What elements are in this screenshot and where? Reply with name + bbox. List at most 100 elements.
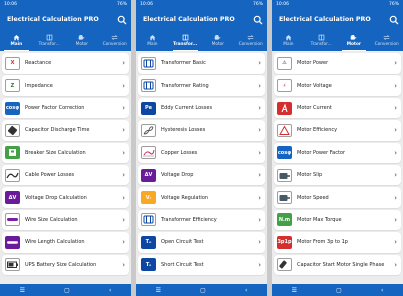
list-item-label: Motor Efficiency	[297, 127, 338, 134]
transformer-tab-icon	[46, 34, 52, 41]
list-item[interactable]: Copper Losses ›	[138, 142, 265, 164]
list-item[interactable]: Transformer Efficiency ›	[138, 209, 265, 231]
motor-tab-icon	[79, 35, 85, 40]
tab-conversion[interactable]: Conversion	[234, 30, 267, 51]
tab-bar: Main Transfor... Motor Conversion	[0, 30, 131, 51]
list-item[interactable]: Motor Current ›	[274, 97, 401, 119]
search-icon[interactable]	[117, 15, 127, 25]
search-icon[interactable]	[253, 15, 263, 25]
list-item[interactable]: ⚠ Motor Power ›	[274, 53, 401, 74]
short-circuit-test-icon: Tₛ	[141, 258, 156, 272]
list-item-label: Wire Size Calculation	[25, 216, 78, 223]
app-bar: Electrical Calculation PRO	[136, 9, 267, 30]
tab-label: Conversion	[102, 42, 127, 47]
list-item-label: Reactance	[25, 60, 52, 67]
home-button-icon[interactable]: ▢	[64, 287, 70, 294]
motor-speed-icon	[277, 191, 292, 205]
list-item[interactable]: N.m Motor Max Torque ›	[274, 209, 401, 231]
recent-apps-icon[interactable]: ☰	[292, 287, 297, 294]
list-item[interactable]: Tₛ Short Circuit Test ›	[138, 254, 265, 276]
transformer-basic-icon	[141, 56, 156, 70]
recent-apps-icon[interactable]: ☰	[156, 287, 161, 294]
list-item-label: Motor Power	[297, 60, 329, 67]
list-item[interactable]: ⚡ Motor Voltage ›	[274, 75, 401, 96]
list-item[interactable]: ΔV Voltage Drop Calculation ›	[2, 187, 129, 208]
home-icon	[285, 35, 292, 41]
list-item[interactable]: Pe Eddy Current Losses ›	[138, 97, 265, 119]
tab-transformer[interactable]: Transfor...	[169, 30, 202, 51]
list-item-label: UPS Battery Size Calculation	[25, 261, 97, 268]
list-item[interactable]: Motor Efficiency ›	[274, 120, 401, 141]
calculation-list: X Reactance › Z Impedance › cosφ Power Factor C…	[0, 51, 131, 276]
chevron-right-icon: ›	[394, 171, 397, 180]
voltage-regulation-icon: Vᵣ	[141, 191, 156, 205]
list-item[interactable]: Transformer Rating ›	[138, 75, 265, 96]
tab-main[interactable]: Main	[272, 30, 305, 51]
back-icon[interactable]: ‹	[381, 287, 383, 294]
list-item[interactable]: ΔV Voltage Drop ›	[138, 164, 265, 186]
tab-transformer[interactable]: Transfor...	[33, 30, 66, 51]
list-item[interactable]: Motor Slip ›	[274, 164, 401, 186]
tab-conversion[interactable]: Conversion	[370, 30, 403, 51]
list-item[interactable]: Transformer Basic ›	[138, 53, 265, 74]
search-icon[interactable]	[389, 15, 399, 25]
power-factor-correction-icon: cosφ	[5, 101, 20, 115]
tab-conversion[interactable]: Conversion	[98, 30, 131, 51]
motor-max-torque-icon: N.m	[277, 213, 292, 227]
list-item-label: Motor Current	[297, 105, 332, 112]
chevron-right-icon: ›	[122, 171, 125, 180]
phone-screen-transformer: 10:06 76% Electrical Calculation PRO Main Tr…	[136, 0, 267, 296]
chevron-right-icon: ›	[394, 104, 397, 113]
status-bar: 10:06 76%	[0, 0, 131, 9]
list-item[interactable]: 3p1p Motor From 3p to 1p ›	[274, 232, 401, 253]
list-item[interactable]: X Reactance ›	[2, 53, 129, 74]
capacitor-start-motor-icon	[277, 258, 292, 272]
recent-apps-icon[interactable]: ☰	[20, 287, 25, 294]
tab-motor[interactable]: Motor	[338, 30, 371, 51]
motor-voltage-icon: ⚡	[277, 79, 292, 93]
chevron-right-icon: ›	[122, 126, 125, 135]
reactance-x-icon: X	[5, 56, 20, 70]
list-item[interactable]: Z Impedance ›	[2, 75, 129, 96]
calculation-list: ⚠ Motor Power › ⚡ Motor Voltage › Motor Curren…	[272, 51, 403, 276]
chevron-right-icon: ›	[122, 104, 125, 113]
tab-motor[interactable]: Motor	[202, 30, 235, 51]
tab-transformer[interactable]: Transfor...	[305, 30, 338, 51]
list-item[interactable]: Wire Size Calculation ›	[2, 209, 129, 231]
system-nav-bar: ☰ ▢ ‹	[0, 284, 131, 296]
list-item-label: Transformer Efficiency	[161, 216, 217, 223]
tab-main[interactable]: Main	[0, 30, 33, 51]
transformer-efficiency-icon	[141, 213, 156, 227]
motor-current-icon	[277, 101, 292, 115]
list-item[interactable]: Capacitor Discharge Time ›	[2, 120, 129, 141]
list-item[interactable]: Capacitor Start Motor Single Phase ›	[274, 254, 401, 276]
app-title: Electrical Calculation PRO	[143, 16, 235, 23]
chevron-right-icon: ›	[258, 104, 261, 113]
tab-main[interactable]: Main	[136, 30, 169, 51]
motor-efficiency-icon	[277, 123, 292, 137]
list-item[interactable]: Vᵣ Voltage Regulation ›	[138, 187, 265, 208]
home-button-icon[interactable]: ▢	[200, 287, 206, 294]
list-item-label: Cable Power Losses	[25, 172, 75, 179]
home-button-icon[interactable]: ▢	[336, 287, 342, 294]
list-item[interactable]: cosφ Power Factor Correction ›	[2, 97, 129, 119]
list-item[interactable]: Breaker Size Calculation ›	[2, 142, 129, 164]
list-item[interactable]: Wire Length Calculation ›	[2, 232, 129, 253]
list-item[interactable]: cosφ Motor Power Factor ›	[274, 142, 401, 164]
list-item[interactable]: Cable Power Losses ›	[2, 164, 129, 186]
list-item[interactable]: Tₒ Open Circuit Test ›	[138, 232, 265, 253]
chevron-right-icon: ›	[258, 148, 261, 157]
screenshot-stage: 10:06 76% Electrical Calculation PRO Main Tr…	[0, 0, 403, 296]
list-item[interactable]: Hysteresis Losses ›	[138, 120, 265, 141]
eddy-current-icon: Pe	[141, 101, 156, 115]
tab-motor[interactable]: Motor	[66, 30, 99, 51]
list-item[interactable]: Motor Speed ›	[274, 187, 401, 208]
motor-tab-icon	[215, 35, 221, 40]
back-icon[interactable]: ‹	[109, 287, 111, 294]
motor-power-factor-icon: cosφ	[277, 146, 292, 160]
voltage-drop-icon: ΔV	[5, 191, 20, 205]
tab-label: Main	[283, 42, 294, 47]
back-icon[interactable]: ‹	[245, 287, 247, 294]
chevron-right-icon: ›	[258, 215, 261, 224]
list-item[interactable]: UPS Battery Size Calculation ›	[2, 254, 129, 276]
